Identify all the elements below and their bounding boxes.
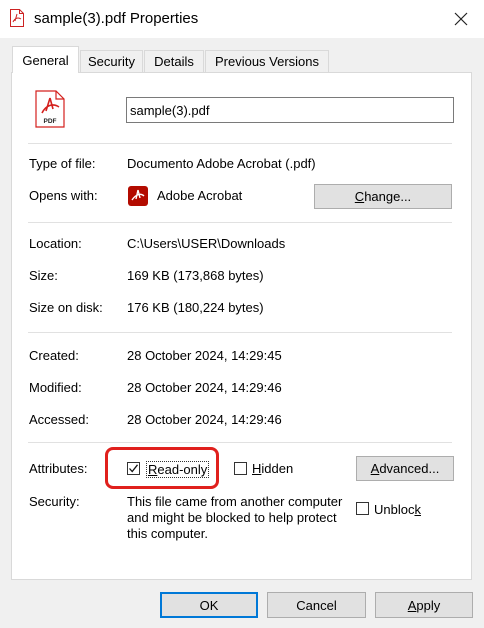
modified-label: Modified: (29, 380, 82, 395)
pdf-icon-label: PDF (44, 118, 57, 125)
attributes-label: Attributes: (29, 461, 88, 476)
apply-button[interactable]: Apply (375, 592, 473, 618)
divider (28, 332, 452, 333)
hidden-label[interactable]: Hidden (252, 461, 293, 476)
apply-button-label: Apply (407, 597, 441, 613)
readonly-checkbox[interactable] (127, 462, 140, 475)
security-message-line: this computer. (127, 526, 208, 541)
checkmark-icon (129, 464, 139, 473)
created-label: Created: (29, 348, 79, 363)
accessed-value: 28 October 2024, 14:29:46 (127, 412, 282, 427)
ok-button-label: OK (199, 597, 219, 613)
size-on-disk-value: 176 KB (180,224 bytes) (127, 300, 264, 315)
advanced-button[interactable]: Advanced... (356, 456, 454, 481)
accessed-label: Accessed: (29, 412, 89, 427)
pdf-file-icon (10, 9, 24, 27)
readonly-label[interactable]: Read-only (146, 461, 210, 478)
security-label: Security: (29, 494, 80, 509)
divider (28, 143, 452, 144)
cancel-button-label: Cancel (296, 597, 337, 613)
cancel-button[interactable]: Cancel (267, 592, 366, 618)
security-message-line: and might be blocked to help protect (127, 510, 337, 525)
divider (28, 442, 452, 443)
tab-label: General (22, 52, 69, 68)
tab-previous-versions[interactable]: Previous Versions (205, 50, 329, 72)
security-message: This file came from another computer and… (127, 494, 342, 542)
size-label: Size: (29, 268, 58, 283)
change-button-label: Change... (354, 189, 412, 204)
title-bar: sample(3).pdf Properties (0, 0, 484, 38)
location-value: C:\Users\USER\Downloads (127, 236, 286, 251)
hidden-checkbox[interactable] (234, 462, 247, 475)
close-button[interactable] (438, 0, 484, 38)
tab-general[interactable]: General (12, 46, 79, 73)
tab-details[interactable]: Details (144, 50, 204, 72)
adobe-acrobat-icon (128, 186, 148, 206)
size-on-disk-label: Size on disk: (29, 300, 103, 315)
ok-button[interactable]: OK (160, 592, 258, 618)
pdf-file-icon: PDF (35, 90, 65, 128)
divider (28, 222, 452, 223)
change-button[interactable]: Change... (314, 184, 452, 209)
created-value: 28 October 2024, 14:29:45 (127, 348, 282, 363)
tab-label: Details (154, 54, 194, 69)
advanced-button-label: Advanced... (370, 461, 440, 476)
file-name-input[interactable] (126, 97, 454, 123)
modified-value: 28 October 2024, 14:29:46 (127, 380, 282, 395)
size-value: 169 KB (173,868 bytes) (127, 268, 264, 283)
tab-label: Previous Versions (214, 54, 320, 69)
security-message-line: This file came from another computer (127, 494, 343, 509)
location-label: Location: (29, 236, 82, 251)
type-of-file-label: Type of file: (29, 156, 96, 171)
tab-security[interactable]: Security (80, 50, 143, 72)
tab-label: Security (88, 54, 135, 69)
unblock-label[interactable]: Unblock (374, 502, 421, 517)
unblock-checkbox[interactable] (356, 502, 369, 515)
opens-with-value: Adobe Acrobat (157, 188, 243, 203)
close-icon (454, 12, 468, 26)
window-title: sample(3).pdf Properties (34, 10, 199, 27)
opens-with-label: Opens with: (29, 188, 98, 203)
type-of-file-value: Documento Adobe Acrobat (.pdf) (127, 156, 316, 171)
